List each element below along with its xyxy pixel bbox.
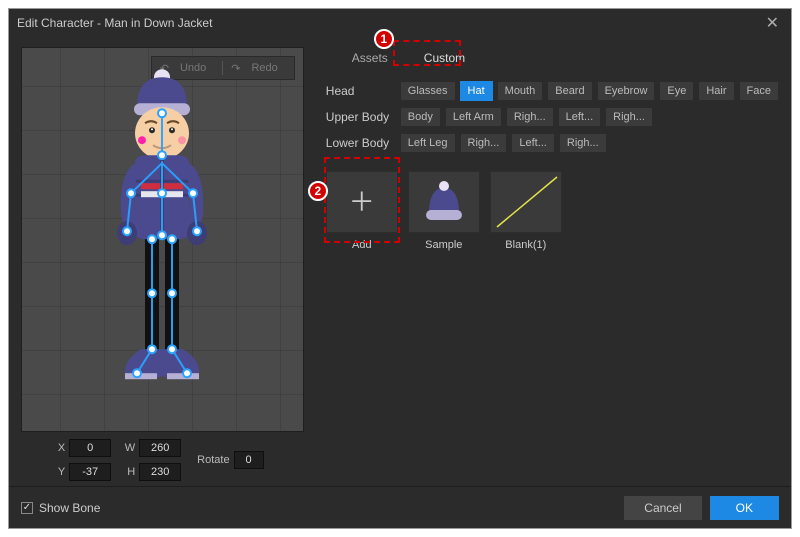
character-figure[interactable] [87, 63, 237, 403]
cat-body[interactable]: Body [400, 107, 441, 127]
w-label: W [121, 442, 135, 454]
cat-right-arm[interactable]: Righ... [506, 107, 554, 127]
close-button[interactable]: ✕ [762, 13, 783, 33]
cat-left-leg[interactable]: Left Leg [400, 133, 456, 153]
cat-mouth[interactable]: Mouth [497, 81, 544, 101]
cat-hair[interactable]: Hair [698, 81, 734, 101]
blank-icon [491, 171, 561, 233]
x-label: X [51, 442, 65, 454]
cat-left-arm[interactable]: Left Arm [445, 107, 502, 127]
category-rows: Head Glasses Hat Mouth Beard Eyebrow Eye… [316, 71, 785, 159]
cat-hat[interactable]: Hat [460, 81, 493, 101]
row-head: Head Glasses Hat Mouth Beard Eyebrow Eye… [326, 81, 779, 101]
window-title: Edit Character - Man in Down Jacket [17, 16, 762, 30]
asset-pane: Assets Custom 1 Head Glasses Hat Mouth B… [316, 37, 791, 486]
cat-left-hand[interactable]: Left... [558, 107, 602, 127]
annotation-callout-1: 1 [374, 29, 394, 49]
transform-inputs: X W Rotate Y H [21, 432, 304, 482]
show-bone-checkbox[interactable]: ✓ Show Bone [21, 501, 100, 515]
hat-icon [421, 180, 467, 224]
tab-assets[interactable]: Assets [334, 45, 406, 71]
checkbox-icon: ✓ [21, 502, 33, 514]
cat-left-foot[interactable]: Left... [511, 133, 555, 153]
tab-custom[interactable]: Custom [406, 45, 483, 71]
ok-button[interactable]: OK [710, 496, 779, 520]
plus-icon: ＋ [349, 189, 375, 215]
dialog-body: ↶ Undo ↷ Redo [9, 37, 791, 486]
head-label: Head [326, 84, 396, 98]
thumb-add-label: Add [352, 239, 372, 251]
show-bone-label: Show Bone [39, 501, 100, 515]
row-upper: Upper Body Body Left Arm Righ... Left...… [326, 107, 779, 127]
cat-face[interactable]: Face [739, 81, 779, 101]
cat-glasses[interactable]: Glasses [400, 81, 456, 101]
annotation-callout-2: 2 [308, 181, 328, 201]
row-lower: Lower Body Left Leg Righ... Left... Righ… [326, 133, 779, 153]
cat-beard[interactable]: Beard [547, 81, 592, 101]
rotate-input[interactable] [234, 451, 264, 469]
x-input[interactable] [69, 439, 111, 457]
titlebar: Edit Character - Man in Down Jacket ✕ [9, 9, 791, 37]
dialog-footer: ✓ Show Bone Cancel OK [9, 486, 791, 528]
y-label: Y [51, 466, 65, 478]
cat-right-leg[interactable]: Righ... [460, 133, 508, 153]
rotate-label: Rotate [197, 454, 229, 466]
redo-label: Redo [243, 62, 285, 74]
lower-label: Lower Body [326, 136, 396, 150]
cat-right-foot[interactable]: Righ... [559, 133, 607, 153]
upper-label: Upper Body [326, 110, 396, 124]
edit-character-dialog: Edit Character - Man in Down Jacket ✕ ↶ … [8, 8, 792, 529]
cat-eyebrow[interactable]: Eyebrow [597, 81, 656, 101]
h-input[interactable] [139, 463, 181, 481]
thumb-sample-label: Sample [425, 239, 462, 251]
character-canvas[interactable]: ↶ Undo ↷ Redo [21, 47, 304, 432]
h-label: H [121, 466, 135, 478]
thumb-sample[interactable]: Sample [408, 171, 480, 251]
preview-pane: ↶ Undo ↷ Redo [9, 37, 316, 486]
thumb-blank-label: Blank(1) [505, 239, 546, 251]
cat-eye[interactable]: Eye [659, 81, 694, 101]
w-input[interactable] [139, 439, 181, 457]
asset-thumbnails: 2 ＋ Add Sample [316, 159, 785, 251]
thumb-add[interactable]: ＋ Add [326, 171, 398, 251]
thumb-blank[interactable]: Blank(1) [490, 171, 562, 251]
cancel-button[interactable]: Cancel [624, 496, 701, 520]
cat-right-hand[interactable]: Righ... [605, 107, 653, 127]
y-input[interactable] [69, 463, 111, 481]
